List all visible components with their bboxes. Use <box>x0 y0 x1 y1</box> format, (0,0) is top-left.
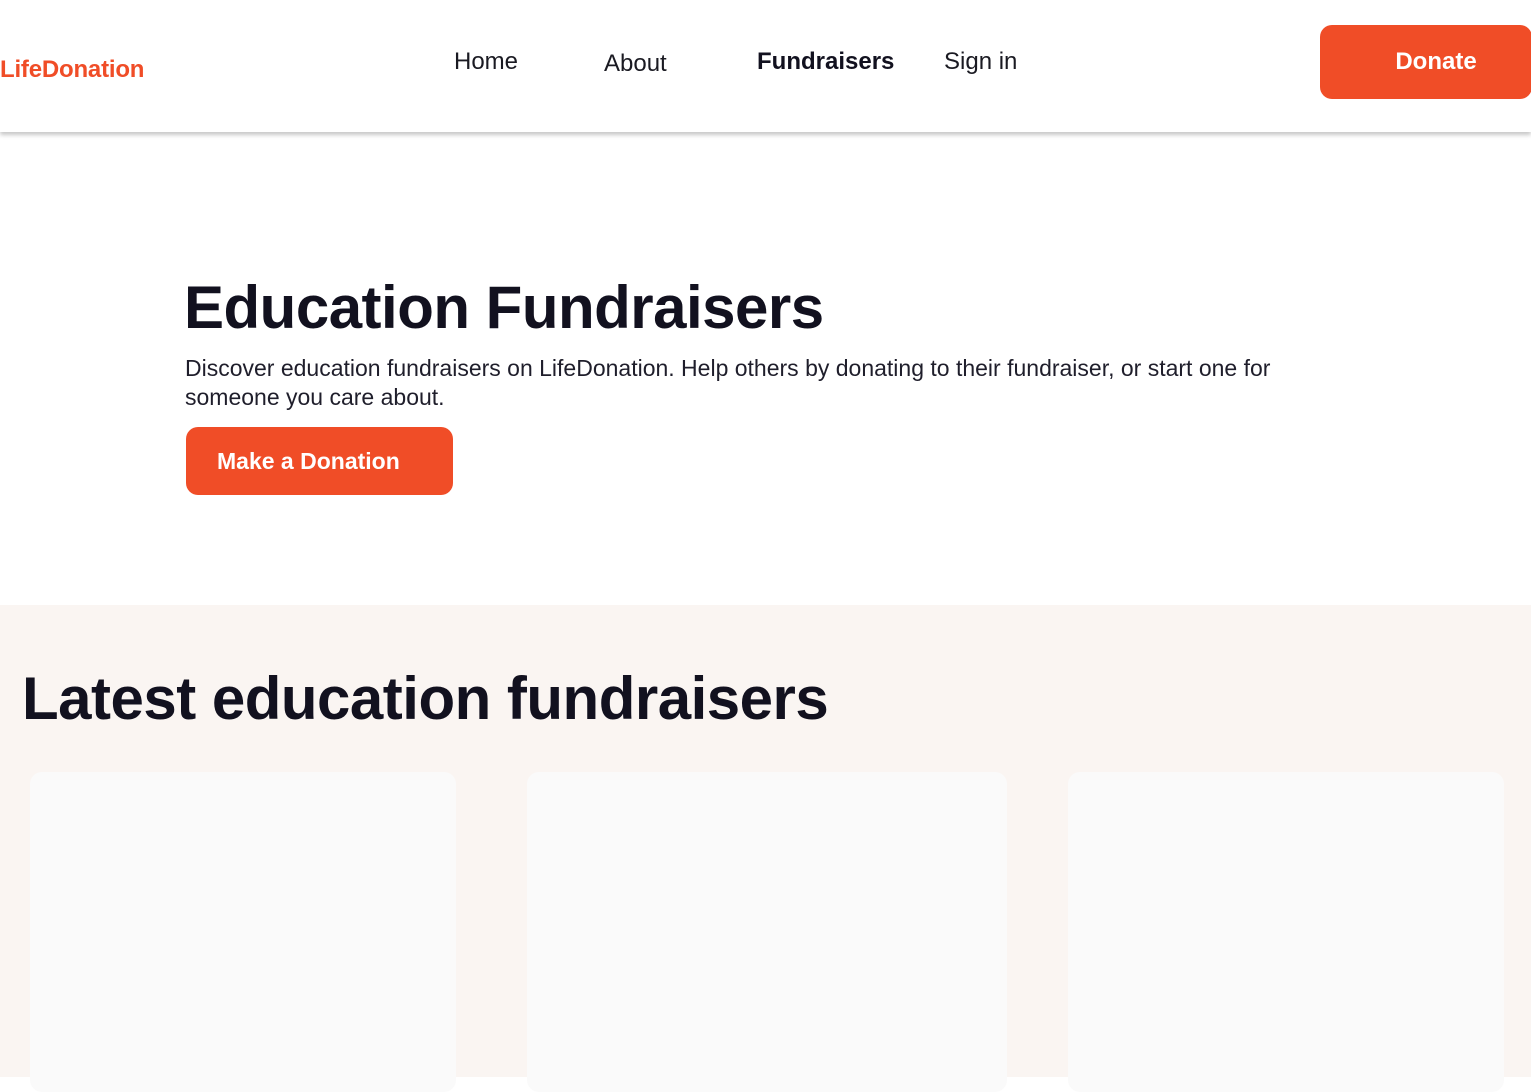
nav-fundraisers-link[interactable]: Fundraisers <box>757 48 894 76</box>
section-title: Latest education fundraisers <box>22 665 829 732</box>
nav-about-link[interactable]: About <box>604 50 667 78</box>
latest-fundraisers-section: Latest education fundraisers <box>0 605 1531 1092</box>
nav-signin-link[interactable]: Sign in <box>944 48 1017 76</box>
site-header: LifeDonation Home About Fundraisers Sign… <box>0 0 1531 132</box>
hero-description: Discover education fundraisers on LifeDo… <box>185 355 1271 410</box>
make-donation-button[interactable]: Make a Donation <box>186 427 453 495</box>
page-title: Education Fundraisers <box>184 274 824 341</box>
fundraiser-card[interactable] <box>30 772 456 1092</box>
donate-button[interactable]: Donate <box>1320 25 1531 99</box>
nav-home-link[interactable]: Home <box>454 48 518 76</box>
fundraiser-card[interactable] <box>527 772 1007 1092</box>
fundraiser-card[interactable] <box>1068 772 1504 1092</box>
logo[interactable]: LifeDonation <box>0 56 144 84</box>
